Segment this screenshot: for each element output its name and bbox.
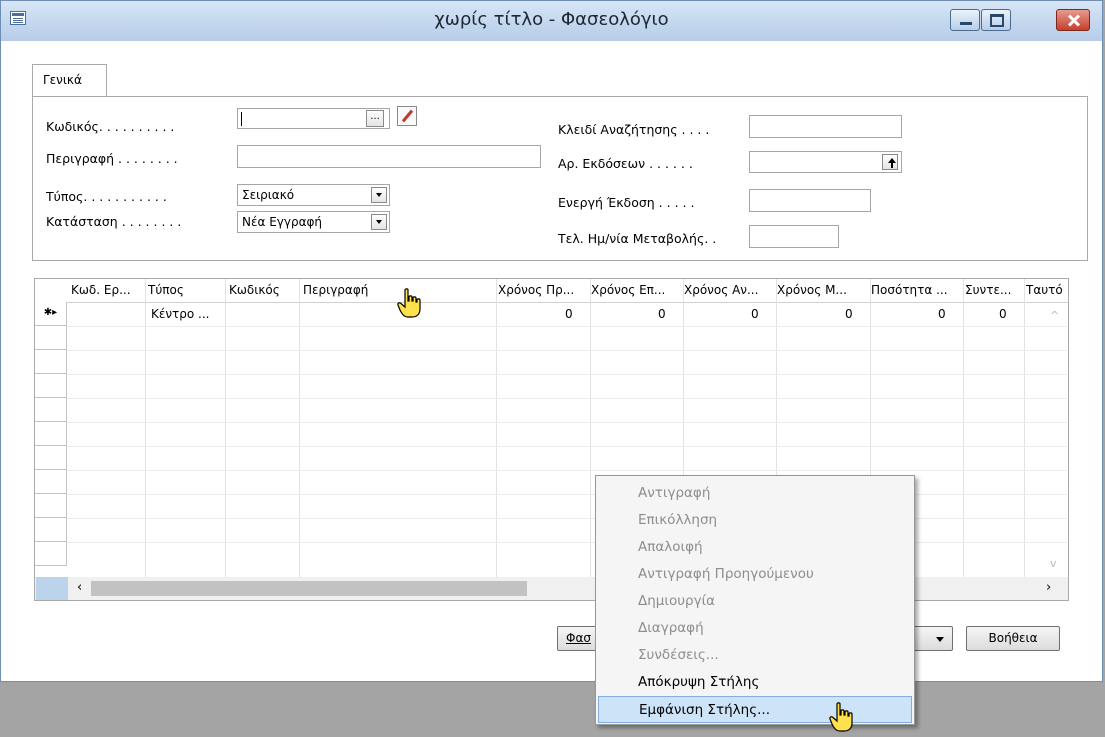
column-header[interactable]: Τύπος xyxy=(148,283,223,297)
hand-cursor-icon xyxy=(397,288,421,318)
active-version-field[interactable] xyxy=(749,189,871,212)
menu-item-delete[interactable]: Διαγραφή xyxy=(598,615,912,642)
scrollbar-thumb[interactable] xyxy=(91,581,527,596)
numeric-cell[interactable]: 0 xyxy=(565,307,573,321)
numeric-cell[interactable]: 0 xyxy=(845,307,853,321)
row-selector[interactable] xyxy=(35,326,67,350)
row-selector[interactable] xyxy=(35,398,67,422)
tab-general-label: Γενικά xyxy=(43,73,82,87)
row-selector[interactable] xyxy=(35,542,67,566)
column-header[interactable]: Ταυτό xyxy=(1026,283,1066,297)
menu-item-copy[interactable]: Αντιγραφή xyxy=(598,480,912,507)
row-selector[interactable] xyxy=(35,374,67,398)
up-arrow-icon[interactable] xyxy=(882,154,898,170)
last-modified-field[interactable] xyxy=(749,225,839,248)
close-button[interactable] xyxy=(1056,9,1090,31)
grid-header: Κωδ. Ερ... Τύπος Κωδικός Περιγραφή Χρόνο… xyxy=(35,279,1068,303)
versions-count-field[interactable] xyxy=(749,151,902,173)
lookup-ellipsis-button[interactable]: ... xyxy=(366,110,384,127)
row-selector[interactable] xyxy=(35,494,67,518)
row-selector[interactable] xyxy=(35,446,67,470)
column-header[interactable]: Συντε... xyxy=(965,283,1023,297)
row-selector[interactable] xyxy=(35,422,67,446)
row-selector[interactable] xyxy=(35,518,67,542)
column-header[interactable]: Κωδ. Ερ... xyxy=(71,283,143,297)
dropdown-button[interactable] xyxy=(913,626,953,651)
active-version-label: Ενεργή Έκδοση . . . . . xyxy=(558,195,695,210)
code-label: Κωδικός. . . . . . . . . . xyxy=(46,119,175,134)
type-label: Τύπος. . . . . . . . . . . xyxy=(46,189,167,204)
scroll-up-icon[interactable]: ^ xyxy=(1050,309,1059,322)
menu-item-links[interactable]: Συνδέσεις... xyxy=(598,642,912,669)
description-field[interactable] xyxy=(237,145,541,168)
column-header[interactable]: Ποσότητα ... xyxy=(871,283,963,297)
scroll-right-icon[interactable]: › xyxy=(1046,580,1051,595)
main-window: χωρίς τίτλο - Φασεολόγιο Γενικά Κωδικός.… xyxy=(0,0,1103,682)
numeric-cell[interactable]: 0 xyxy=(938,307,946,321)
title-bar[interactable]: χωρίς τίτλο - Φασεολόγιο xyxy=(1,1,1102,41)
menu-item-copy-previous[interactable]: Αντιγραφή Προηγούμενου xyxy=(598,561,912,588)
maximize-button[interactable] xyxy=(981,9,1011,31)
scroll-down-icon[interactable]: v xyxy=(1050,557,1057,570)
last-modified-label: Τελ. Ημ/νία Μεταβολής. . xyxy=(558,231,717,246)
window-title: χωρίς τίτλο - Φασεολόγιο xyxy=(434,9,669,30)
column-header[interactable]: Χρόνος Μ... xyxy=(777,283,869,297)
versions-count-label: Αρ. Εκδόσεων . . . . . . xyxy=(558,156,693,171)
text-caret xyxy=(241,112,242,126)
hand-cursor-icon xyxy=(829,702,853,732)
minimize-button[interactable] xyxy=(950,9,980,31)
row-selectors: ✱▸ xyxy=(35,302,67,577)
edit-pencil-icon[interactable] xyxy=(397,106,417,126)
search-key-label: Κλειδί Αναζήτησης . . . . xyxy=(558,122,710,137)
type-cell[interactable]: Κέντρο ... xyxy=(151,307,210,321)
menu-item-hide-column[interactable]: Απόκρυψη Στήλης xyxy=(598,669,912,696)
column-header[interactable]: Κωδικός xyxy=(229,283,299,297)
column-header[interactable]: Χρόνος Αν... xyxy=(684,283,776,297)
menu-item-show-column[interactable]: Εμφάνιση Στήλης... xyxy=(598,696,912,723)
menu-item-create[interactable]: Δημιουργία xyxy=(598,588,912,615)
search-key-field[interactable] xyxy=(749,115,902,138)
new-row-marker[interactable]: ✱▸ xyxy=(35,302,67,326)
column-header[interactable]: Χρόνος Πρ... xyxy=(498,283,590,297)
menu-item-paste[interactable]: Επικόλληση xyxy=(598,507,912,534)
column-header[interactable]: Χρόνος Επ... xyxy=(591,283,683,297)
status-select[interactable]: Νέα Εγγραφή xyxy=(237,211,390,233)
grid-corner xyxy=(36,577,68,600)
numeric-cell[interactable]: 0 xyxy=(999,307,1007,321)
tab-general[interactable]: Γενικά xyxy=(32,64,107,97)
scroll-left-icon[interactable]: ‹ xyxy=(77,580,82,595)
chevron-down-icon xyxy=(936,637,944,642)
chevron-down-icon[interactable] xyxy=(371,214,387,230)
row-selector[interactable] xyxy=(35,470,67,494)
chevron-down-icon[interactable] xyxy=(371,187,387,203)
context-menu: Αντιγραφή Επικόλληση Απαλοιφή Αντιγραφή … xyxy=(595,475,915,725)
type-select[interactable]: Σειριακό xyxy=(237,184,390,206)
status-label: Κατάσταση . . . . . . . . xyxy=(46,214,182,229)
row-selector[interactable] xyxy=(35,350,67,374)
description-label: Περιγραφή . . . . . . . . xyxy=(46,151,178,166)
menu-item-clear[interactable]: Απαλοιφή xyxy=(598,534,912,561)
numeric-cell[interactable]: 0 xyxy=(658,307,666,321)
help-button[interactable]: Βοήθεια xyxy=(966,626,1060,651)
numeric-cell[interactable]: 0 xyxy=(751,307,759,321)
